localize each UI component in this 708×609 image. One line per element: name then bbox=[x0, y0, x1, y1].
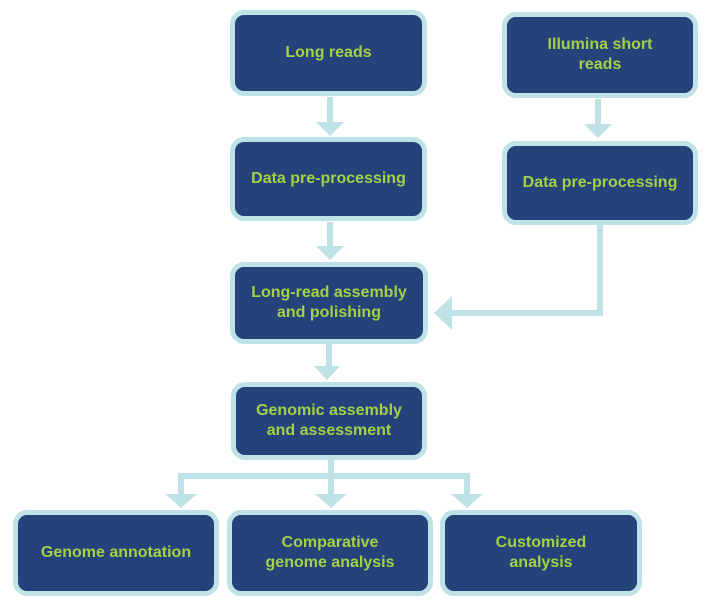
node-genomic-assembly: Genomic assembly and assessment bbox=[231, 382, 427, 460]
arrow-preprocessing-to-assembly bbox=[316, 222, 344, 260]
node-customized-analysis-label: Customized analysis bbox=[495, 534, 587, 571]
arrow-assembly-to-genomic bbox=[314, 344, 340, 380]
node-comparative-analysis: Comparative genome analysis bbox=[227, 510, 433, 596]
node-long-read-assembly-label: Long-read assembly and polishing bbox=[251, 284, 407, 321]
node-long-reads-label: Long reads bbox=[285, 44, 372, 61]
node-long-read-assembly: Long-read assembly and polishing bbox=[230, 262, 428, 344]
node-long-reads: Long reads bbox=[230, 10, 427, 96]
arrow-short-preprocessing-to-assembly bbox=[434, 224, 603, 330]
arrow-genomic-to-outputs bbox=[165, 460, 483, 508]
node-genomic-assembly-label: Genomic assembly and assessment bbox=[256, 402, 402, 439]
arrow-long-reads-to-preprocessing bbox=[316, 97, 344, 136]
arrow-illumina-to-preprocessing bbox=[584, 99, 612, 138]
node-short-preprocessing-label: Data pre-processing bbox=[522, 174, 678, 191]
node-illumina-short-reads-label: Illumina short reads bbox=[547, 36, 653, 73]
node-genome-annotation: Genome annotation bbox=[13, 510, 219, 596]
node-long-preprocessing-label: Data pre-processing bbox=[251, 170, 406, 187]
node-long-preprocessing: Data pre-processing bbox=[230, 137, 427, 221]
node-illumina-short-reads: Illumina short reads bbox=[502, 12, 698, 98]
node-comparative-analysis-label: Comparative genome analysis bbox=[265, 534, 395, 571]
node-customized-analysis: Customized analysis bbox=[440, 510, 642, 596]
node-genome-annotation-label: Genome annotation bbox=[40, 544, 192, 561]
node-short-preprocessing: Data pre-processing bbox=[502, 141, 698, 225]
